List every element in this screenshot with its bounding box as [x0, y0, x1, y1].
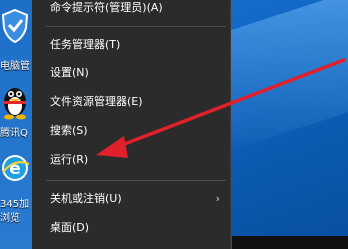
red-arrow-icon: [96, 58, 346, 158]
